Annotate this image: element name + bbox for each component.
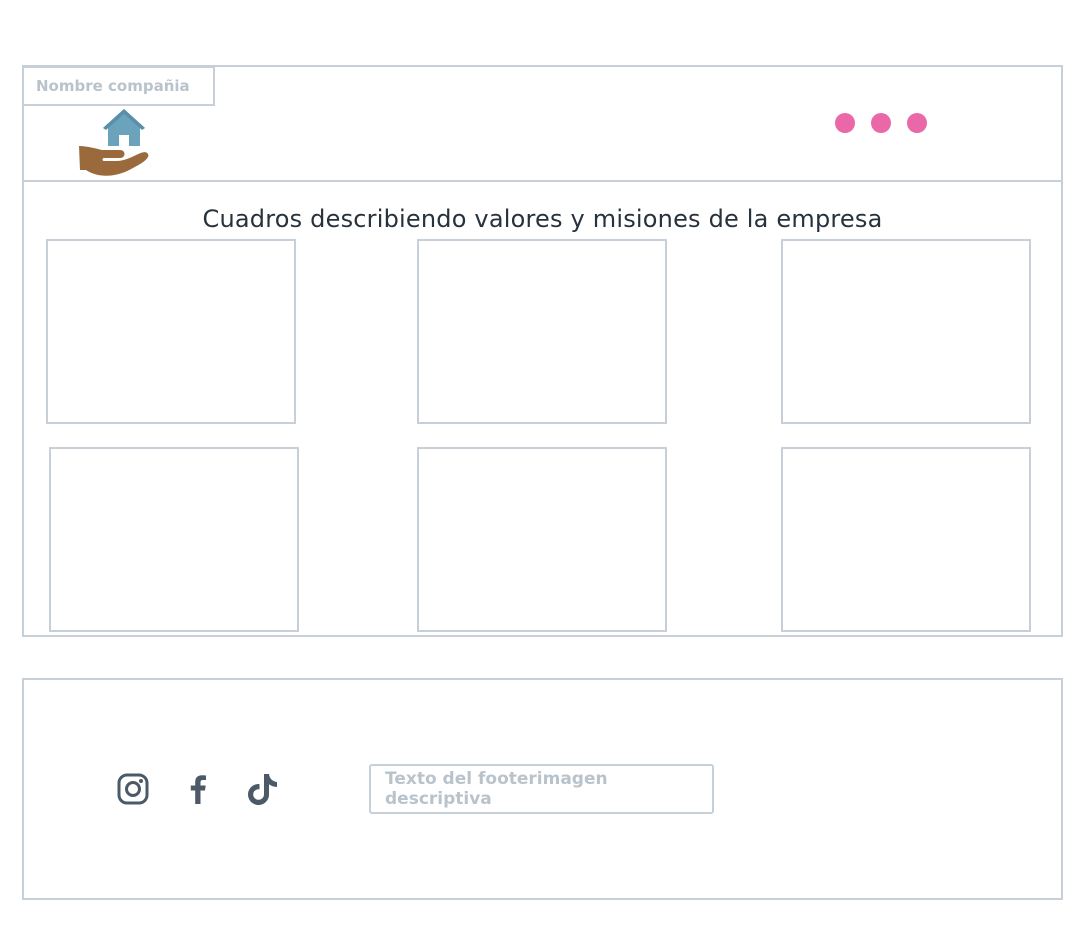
hand-holding-house-icon[interactable] [78, 108, 150, 180]
value-card-4 [49, 447, 299, 632]
instagram-icon[interactable] [114, 770, 152, 808]
company-name-box: Nombre compañia [22, 66, 215, 106]
value-card-6 [781, 447, 1031, 632]
value-card-3 [781, 239, 1031, 424]
company-name: Nombre compañia [36, 77, 190, 95]
header-divider [22, 180, 1063, 182]
menu-dots-button[interactable] [835, 113, 927, 133]
footer-text-box: Texto del footerimagen descriptiva [369, 764, 714, 814]
value-card-1 [46, 239, 296, 424]
section-title: Cuadros describiendo valores y misiones … [202, 205, 883, 233]
footer-text: Texto del footerimagen descriptiva [385, 769, 608, 809]
facebook-icon[interactable] [179, 770, 217, 808]
tiktok-icon[interactable] [244, 770, 282, 808]
menu-dot [871, 113, 891, 133]
value-card-2 [417, 239, 667, 424]
menu-dot [907, 113, 927, 133]
menu-dot [835, 113, 855, 133]
value-card-5 [417, 447, 667, 632]
